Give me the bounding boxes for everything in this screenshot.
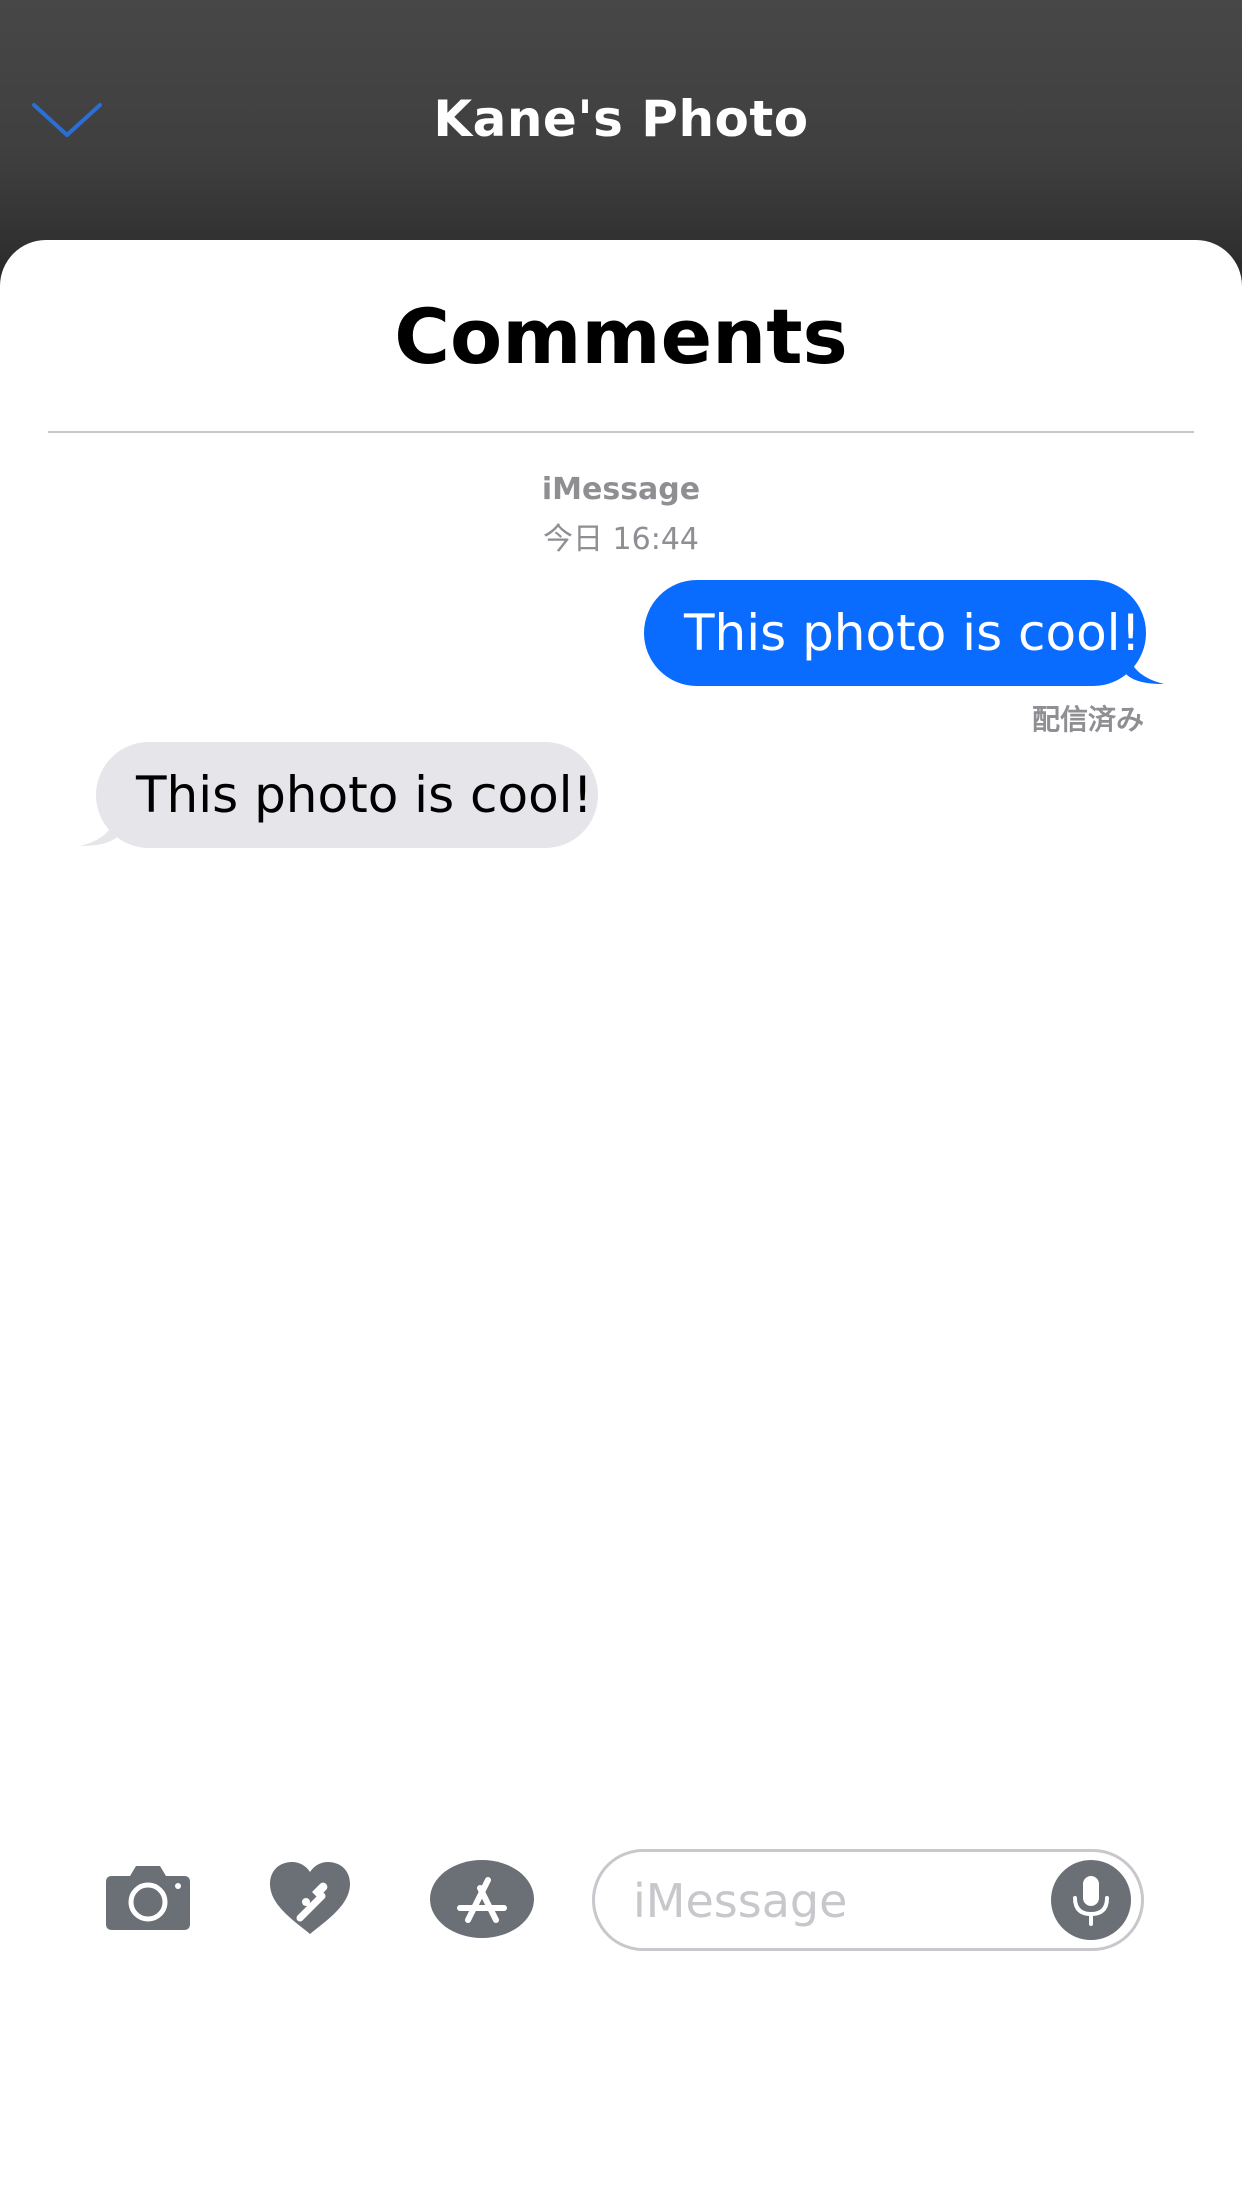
incoming-message-bubble[interactable]: This photo is cool!	[96, 742, 598, 848]
digital-touch-icon	[270, 1862, 350, 1934]
camera-icon	[106, 1866, 190, 1930]
app-store-icon	[430, 1860, 534, 1938]
page-title: Kane's Photo	[433, 90, 809, 148]
divider	[48, 431, 1194, 433]
timestamp-label: 今日 16:44	[543, 522, 699, 557]
sheet-title: Comments	[394, 292, 848, 381]
message-field[interactable]	[592, 1849, 1144, 1951]
header-bar: Kane's Photo	[0, 0, 1242, 260]
microphone-button[interactable]	[1051, 1860, 1131, 1940]
camera-button[interactable]	[104, 1862, 192, 1932]
outgoing-message-bubble[interactable]: This photo is cool!	[644, 580, 1146, 686]
microphone-icon	[1073, 1876, 1109, 1926]
delivery-status: 配信済み	[1031, 703, 1144, 736]
app-store-button[interactable]	[428, 1858, 536, 1940]
message-input[interactable]	[631, 1852, 1055, 1950]
digital-touch-button[interactable]	[266, 1858, 354, 1938]
service-label: iMessage	[541, 472, 701, 507]
